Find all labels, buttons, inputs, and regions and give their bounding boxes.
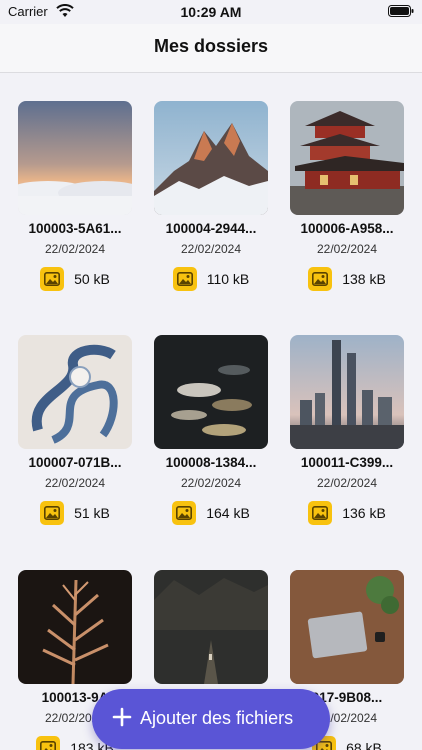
image-file-icon	[308, 267, 333, 291]
file-thumbnail	[290, 101, 404, 215]
add-files-label: Ajouter des fichiers	[140, 708, 294, 728]
file-size: 138 kB	[342, 271, 386, 287]
file-thumbnail	[18, 570, 132, 684]
file-date: 22/02/2024	[316, 242, 378, 256]
file-thumbnail	[154, 101, 268, 215]
file-thumbnail	[18, 101, 132, 215]
add-files-button[interactable]: Ajouter des fichiers	[92, 689, 330, 749]
file-info: 50 kB	[7, 267, 143, 293]
image-file-icon	[308, 501, 333, 525]
battery-icon	[388, 5, 414, 17]
image-file-icon	[40, 267, 65, 291]
image-file-icon	[172, 267, 197, 291]
file-thumbnail	[154, 570, 268, 684]
navigation-bar: Mes dossiers	[0, 24, 422, 73]
file-card[interactable]: 100008-1384... 22/02/2024 164 kB	[143, 335, 279, 545]
file-size: 136 kB	[342, 505, 386, 521]
files-grid: 100003-5A61... 22/02/2024 50 kB 100004-2…	[0, 72, 422, 750]
file-info: 136 kB	[279, 501, 415, 527]
file-name: 100003-5A61...	[28, 221, 122, 236]
page-title: Mes dossiers	[153, 36, 269, 56]
file-date: 22/02/2024	[180, 476, 242, 490]
file-thumbnail	[154, 335, 268, 449]
status-bar: Carrier 10:29 AM	[0, 0, 422, 24]
file-name: 100008-1384...	[165, 455, 257, 470]
image-file-icon	[36, 736, 61, 750]
file-name: 100007-071B...	[28, 455, 122, 470]
file-info: 164 kB	[143, 501, 279, 527]
image-file-icon	[40, 501, 65, 525]
file-card[interactable]: 100004-2944... 22/02/2024 110 kB	[143, 101, 279, 311]
plus-icon	[112, 707, 132, 727]
file-thumbnail	[18, 335, 132, 449]
file-card[interactable]: 100011-C399... 22/02/2024 136 kB	[279, 335, 415, 545]
file-name: 100006-A958...	[300, 221, 394, 236]
file-card[interactable]: 100006-A958... 22/02/2024 138 kB	[279, 101, 415, 311]
file-card[interactable]: 100007-071B... 22/02/2024 51 kB	[7, 335, 143, 545]
file-card[interactable]: 100003-5A61... 22/02/2024 50 kB	[7, 101, 143, 311]
file-size: 110 kB	[206, 271, 250, 287]
file-name: 100004-2944...	[165, 221, 257, 236]
file-date: 22/02/2024	[44, 242, 106, 256]
file-info: 51 kB	[7, 501, 143, 527]
file-size: 50 kB	[74, 271, 110, 287]
file-size: 164 kB	[206, 505, 250, 521]
file-name: 100011-C399...	[300, 455, 394, 470]
file-thumbnail	[290, 335, 404, 449]
file-size: 68 kB	[346, 740, 382, 750]
file-info: 138 kB	[279, 267, 415, 293]
file-thumbnail	[290, 570, 404, 684]
clock: 10:29 AM	[180, 4, 242, 20]
file-info: 110 kB	[143, 267, 279, 293]
file-date: 22/02/2024	[180, 242, 242, 256]
file-date: 22/02/2024	[316, 476, 378, 490]
image-file-icon	[172, 501, 197, 525]
file-date: 22/02/2024	[44, 476, 106, 490]
file-size: 51 kB	[74, 505, 110, 521]
